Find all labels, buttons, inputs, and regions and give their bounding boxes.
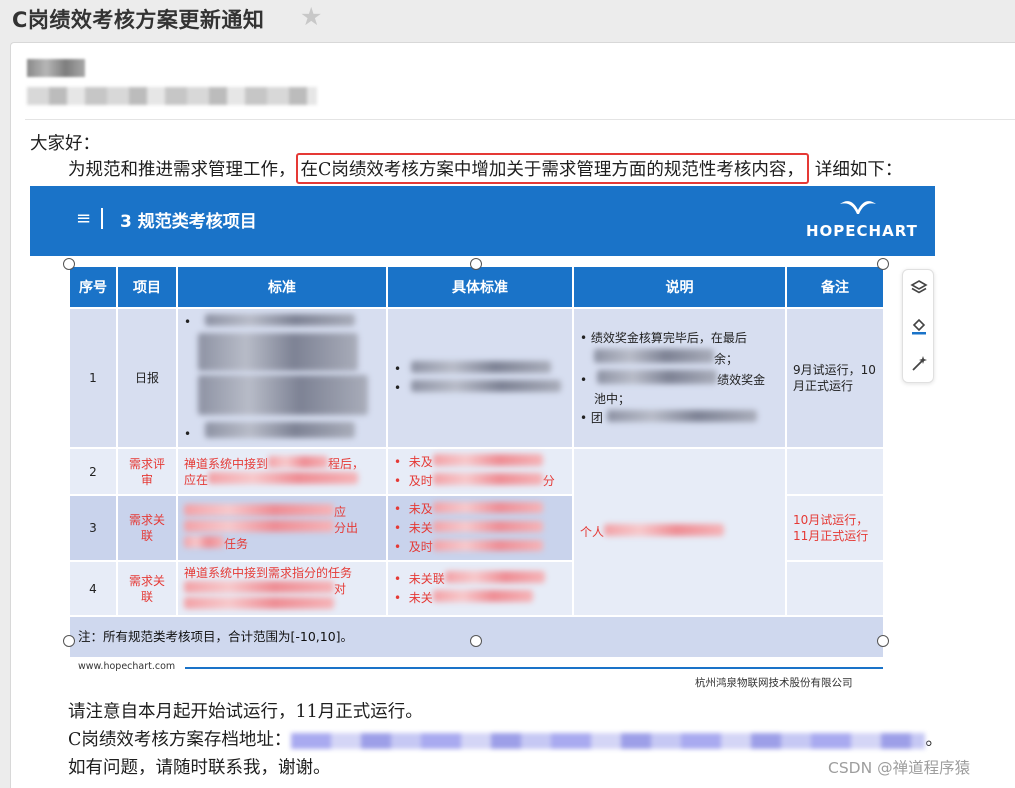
intro-suffix: 详细如下： [814, 160, 903, 180]
archive-label: C岗绩效考核方案存档地址： [68, 730, 292, 750]
recipients-redacted [27, 87, 317, 105]
resize-handle-bc[interactable] [470, 635, 482, 647]
row-item: 需求关联 [116, 494, 178, 562]
row-spec: • 未关联 • 未关 [386, 560, 574, 617]
seagull-logo-icon [840, 201, 876, 214]
footer-company: 杭州鸿泉物联网技术股份有限公司 [695, 677, 853, 689]
assessment-table: 序号 项目 标准 具体标准 说明 备注 1 日报 • • • • • 绩效奖金核… [68, 265, 885, 659]
row-item: 需求评审 [116, 447, 178, 496]
row-number: 2 [68, 447, 118, 496]
row-standard: 禅道系统中接到需求指分的任务 对 [176, 560, 388, 617]
slide-section-title: 3 规范类考核项目 [120, 212, 257, 232]
resize-handle-br[interactable] [877, 635, 889, 647]
row-description: • 绩效奖金核算完毕后，在最后 余； • 绩效奖金 池中； • 团 [572, 307, 787, 449]
magic-wand-icon[interactable] [909, 354, 929, 374]
greeting: 大家好： [30, 134, 100, 154]
row-number: 1 [68, 307, 118, 449]
intro-paragraph: 为规范和推进需求管理工作， 在C岗绩效考核方案中增加关于需求管理方面的规范性考核内… [68, 153, 902, 184]
resize-handle-tc[interactable] [470, 258, 482, 270]
star-icon[interactable]: ★ [300, 2, 322, 31]
row-remark-empty [785, 447, 885, 496]
footer-line [185, 667, 883, 669]
highlighted-text: 在C岗绩效考核方案中增加关于需求管理方面的规范性考核内容， [295, 153, 809, 184]
resize-handle-tr[interactable] [877, 258, 889, 270]
row-standard: 应 分出 任务 [176, 494, 388, 562]
archive-line: C岗绩效考核方案存档地址： 。 [68, 726, 943, 751]
col-header: 备注 [785, 265, 885, 309]
col-header: 说明 [572, 265, 787, 309]
slide-header: ≡ 3 规范类考核项目 HOPECHART [30, 186, 935, 256]
archive-link-redacted[interactable] [291, 732, 926, 749]
logo-text: HOPECHART [806, 222, 918, 240]
header-separator [101, 208, 103, 229]
trial-notice: 请注意自本月起开始试运行，11月正式运行。 [68, 702, 423, 722]
row-remark: 10月试运行，11月正式运行 [785, 494, 885, 562]
table-row: 2 需求评审 禅道系统中接到 程后， 应在 • 未及 • 及时分 个人 [68, 447, 885, 617]
watermark: CSDN @禅道程序猿 [828, 759, 971, 777]
col-header: 具体标准 [386, 265, 574, 309]
row-remark: 9月试运行，10月正式运行 [785, 307, 885, 449]
paint-bucket-icon[interactable] [909, 316, 929, 336]
row-number: 3 [68, 494, 118, 562]
row-number: 4 [68, 560, 118, 617]
resize-handle-bl[interactable] [63, 635, 75, 647]
contact-line: 如有问题，请随时联系我，谢谢。 [68, 758, 331, 778]
sender-name-redacted [27, 59, 85, 77]
hamburger-icon: ≡ [76, 208, 92, 229]
footer-url: www.hopechart.com [78, 661, 176, 672]
row-standard: 禅道系统中接到 程后， 应在 [176, 447, 388, 496]
row-remark-empty [785, 560, 885, 617]
row-spec-redacted: • • [386, 307, 574, 449]
col-header: 标准 [176, 265, 388, 309]
header-divider [25, 119, 1015, 120]
row-description-merged: 个人 [572, 447, 787, 617]
archive-end: 。 [925, 730, 943, 750]
intro-prefix: 为规范和推进需求管理工作， [68, 160, 296, 180]
resize-handle-tl[interactable] [63, 258, 75, 270]
table-header-row: 序号 项目 标准 具体标准 说明 备注 [68, 265, 885, 309]
layers-icon[interactable] [909, 278, 929, 298]
row-item: 需求关联 [116, 560, 178, 617]
row-standard-redacted: • • [176, 307, 388, 449]
table-row: 1 日报 • • • • • 绩效奖金核算完毕后，在最后 余； • 绩效奖金 池中… [68, 307, 885, 449]
email-pane: 大家好： 为规范和推进需求管理工作， 在C岗绩效考核方案中增加关于需求管理方面的规… [10, 42, 1015, 788]
row-item: 日报 [116, 307, 178, 449]
col-header: 序号 [68, 265, 118, 309]
row-spec: • 未及 • 未关 • 及时 [386, 494, 574, 562]
embedded-slide-image[interactable]: ≡ 3 规范类考核项目 HOPECHART 序号 项目 标准 具体标准 说明 备… [30, 186, 935, 692]
image-toolbar [902, 269, 934, 383]
title-bar: C岗绩效考核方案更新通知 ★ [0, 0, 1015, 38]
email-subject: C岗绩效考核方案更新通知 [12, 8, 265, 32]
row-spec: • 未及 • 及时分 [386, 447, 574, 496]
col-header: 项目 [116, 265, 178, 309]
